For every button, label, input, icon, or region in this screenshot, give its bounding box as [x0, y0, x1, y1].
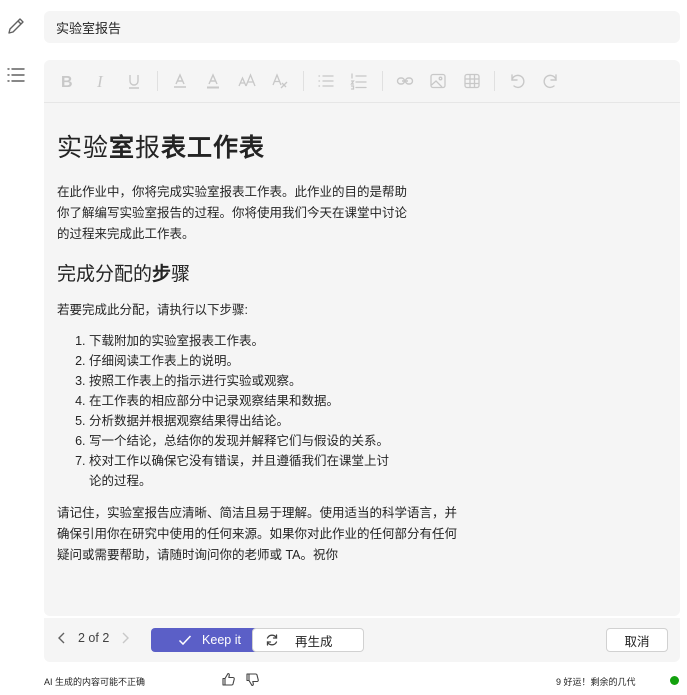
section-heading: 完成分配的步骤	[57, 264, 191, 285]
font-color-icon[interactable]	[202, 70, 224, 92]
steps-intro: 若要完成此分配，请执行以下步骤:	[57, 303, 248, 317]
status-indicator	[670, 676, 679, 685]
cancel-label: 取消	[624, 634, 650, 649]
document-title: 实验室报表工作表	[57, 134, 266, 162]
action-bar: 2 of 2 Keep it 再生成 取消	[44, 618, 680, 662]
undo-icon[interactable]	[506, 70, 528, 92]
intro-paragraph: 在此作业中，你将完成实验室报表工作表。此作业的目的是帮助你了解编写实验室报告的过…	[57, 185, 408, 241]
chevron-right-icon[interactable]	[117, 630, 133, 646]
remaining-generations: 9 好运！剩余的几代	[556, 677, 636, 687]
svg-text:I: I	[96, 72, 104, 90]
italic-icon[interactable]: I	[90, 70, 112, 92]
highlight-icon[interactable]	[169, 70, 191, 92]
toolbar-separator	[494, 71, 495, 91]
regenerate-button[interactable]: 再生成	[252, 628, 364, 652]
list-item: 仔细阅读工作表上的说明。	[89, 351, 399, 371]
list-item: 校对工作以确保它没有错误，并且遵循我们在课堂上讨论的过程。	[89, 451, 399, 491]
rich-text-editor[interactable]: B I 实验室报表工作表 在此作业中，你将完成实验室报表工作表。此作业的目的是帮…	[44, 60, 680, 616]
chevron-left-icon[interactable]	[54, 630, 70, 646]
underline-icon[interactable]	[123, 70, 145, 92]
list-item: 按照工作表上的指示进行实验或观察。	[89, 371, 399, 391]
bullet-list-icon[interactable]	[315, 70, 337, 92]
copilot-compose-panel: 实验室报告 B I 实验室报表工作表 在此作业中，你将完成实验室报表工作表。此作…	[0, 0, 687, 695]
list-item: 写一个结论，总结你的发现并解释它们与假设的关系。	[89, 431, 399, 451]
toolbar-separator	[156, 71, 158, 91]
keep-it-label: Keep it	[202, 633, 241, 647]
image-icon[interactable]	[427, 70, 449, 92]
footer: AI 生成的内容可能不正确 9 好运！剩余的几代	[0, 668, 687, 692]
formatting-toolbar: B I	[44, 60, 680, 102]
outline-list-icon[interactable]	[5, 64, 27, 86]
list-item: 下载附加的实验室报表工作表。	[89, 331, 399, 351]
closing-paragraph: 请记住，实验室报告应清晰、简洁且易于理解。使用适当的科学语言，并确保引用你在研究…	[57, 506, 458, 562]
toolbar-divider	[44, 102, 680, 103]
font-size-icon[interactable]	[236, 70, 258, 92]
keep-it-button[interactable]: Keep it	[151, 628, 268, 652]
svg-text:B: B	[61, 74, 73, 90]
regenerate-icon	[266, 634, 278, 646]
link-icon[interactable]	[394, 70, 416, 92]
steps-list: 下载附加的实验室报表工作表。 仔细阅读工作表上的说明。 按照工作表上的指示进行实…	[57, 331, 657, 491]
redo-icon[interactable]	[540, 70, 562, 92]
bold-icon[interactable]: B	[56, 70, 78, 92]
ai-disclaimer: AI 生成的内容可能不正确	[44, 677, 146, 687]
list-item: 在工作表的相应部分中记录观察结果和数据。	[89, 391, 399, 411]
regenerate-label: 再生成	[295, 634, 333, 649]
document-body[interactable]: 实验室报表工作表 在此作业中，你将完成实验室报表工作表。此作业的目的是帮助你了解…	[57, 128, 657, 566]
pencil-icon	[5, 15, 27, 37]
thumbs-up-icon[interactable]	[221, 672, 236, 687]
checkmark-icon	[179, 635, 192, 646]
toolbar-separator	[381, 71, 383, 91]
table-icon[interactable]	[461, 70, 483, 92]
toolbar-separator	[302, 71, 304, 91]
version-pager: 2 of 2	[54, 630, 133, 646]
thumbs-down-icon[interactable]	[245, 672, 260, 687]
version-count: 2 of 2	[78, 631, 110, 645]
cancel-button[interactable]: 取消	[606, 628, 668, 652]
title-field-value: 实验室报告	[56, 20, 122, 36]
list-item: 分析数据并根据观察结果得出结论。	[89, 411, 399, 431]
numbered-list-icon[interactable]	[348, 70, 370, 92]
title-field[interactable]: 实验室报告	[44, 11, 680, 43]
clear-format-icon[interactable]	[269, 70, 291, 92]
